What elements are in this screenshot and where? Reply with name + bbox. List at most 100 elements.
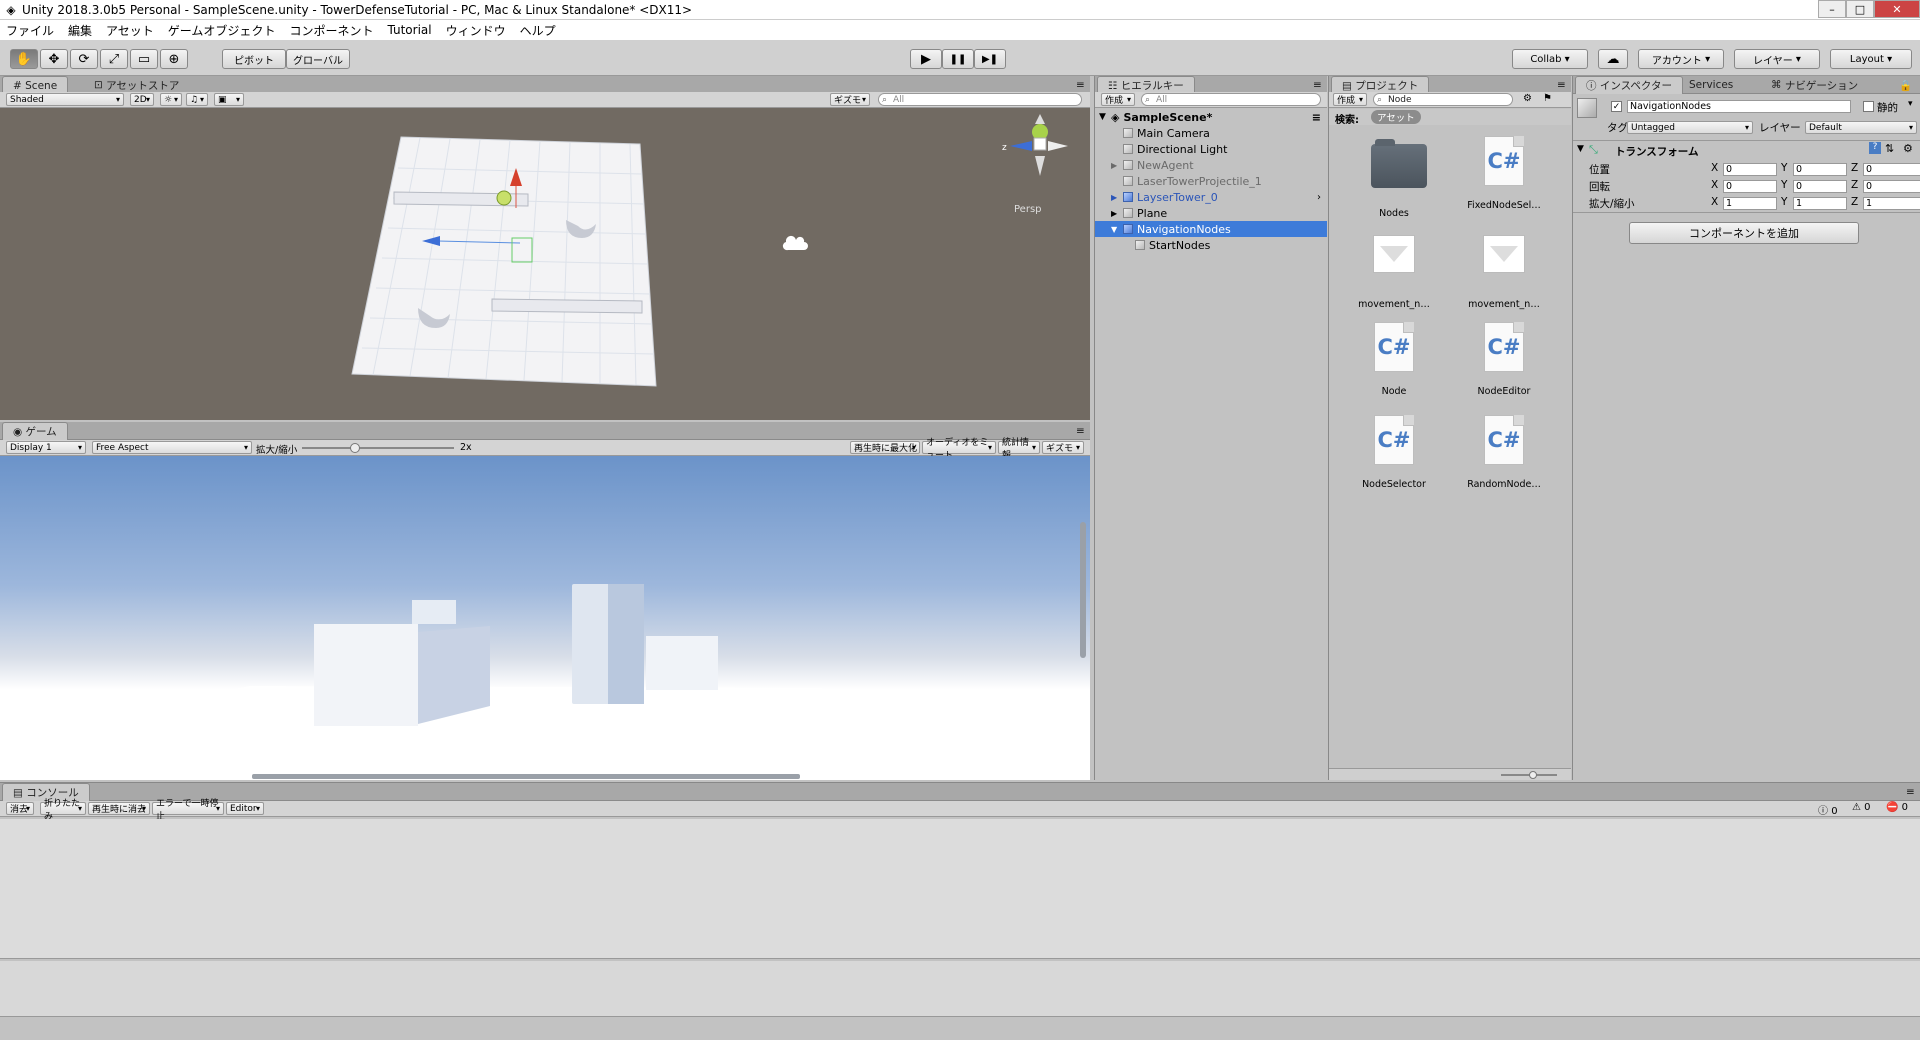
hierarchy-item[interactable]: Main Camera xyxy=(1095,125,1327,141)
hierarchy-item[interactable]: StartNodes xyxy=(1095,237,1327,253)
transform-y-field[interactable]: 0 xyxy=(1793,163,1847,176)
asset-item[interactable]: C# NodeSelector xyxy=(1339,415,1449,490)
transform-x-field[interactable]: 1 xyxy=(1723,197,1777,210)
hierarchy-item[interactable]: ▶ NewAgent xyxy=(1095,157,1327,173)
help-icon[interactable]: ? xyxy=(1869,142,1881,154)
hierarchy-item[interactable]: ▼ NavigationNodes xyxy=(1095,221,1327,237)
static-checkbox[interactable] xyxy=(1863,101,1874,112)
global-toggle[interactable]: グローバル xyxy=(286,49,350,69)
transform-z-field[interactable]: 0 xyxy=(1863,163,1920,176)
project-create-dropdown[interactable]: 作成 xyxy=(1333,93,1367,106)
menu-file[interactable]: ファイル xyxy=(6,22,54,39)
collab-dropdown[interactable]: Collab ▾ xyxy=(1512,49,1588,69)
rect-tool-icon[interactable]: ▭ xyxy=(130,49,158,69)
active-checkbox[interactable]: ✓ xyxy=(1611,101,1622,112)
component-gear-icon[interactable]: ⚙ xyxy=(1903,142,1913,155)
console-detail-area[interactable] xyxy=(0,961,1920,1017)
console-log-area[interactable] xyxy=(0,819,1920,959)
transform-tool-icon[interactable]: ⊕ xyxy=(160,49,188,69)
icon-size-slider-thumb[interactable] xyxy=(1529,771,1537,779)
2d-toggle[interactable]: 2D xyxy=(130,93,154,106)
scene-menu-icon[interactable]: ≡ xyxy=(1312,111,1321,124)
persp-label[interactable]: Persp xyxy=(1014,204,1042,215)
filter-type-icon[interactable]: ⚙ xyxy=(1523,93,1532,104)
rotate-tool-icon[interactable]: ⟳ xyxy=(70,49,98,69)
hand-tool-icon[interactable]: ✋ xyxy=(10,49,38,69)
transform-x-field[interactable]: 0 xyxy=(1723,180,1777,193)
lighting-toggle-icon[interactable]: ☼ xyxy=(160,93,182,106)
hierarchy-search-input[interactable]: All xyxy=(1141,93,1321,106)
close-button[interactable]: ✕ xyxy=(1874,0,1920,18)
hierarchy-item[interactable]: LaserTowerProjectile_1 xyxy=(1095,173,1327,189)
menu-gameobject[interactable]: ゲームオブジェクト xyxy=(168,22,276,39)
tab-services[interactable]: Services xyxy=(1679,76,1743,94)
static-dropdown-icon[interactable]: ▾ xyxy=(1908,99,1913,109)
shading-mode-dropdown[interactable]: Shaded xyxy=(6,93,124,106)
play-button[interactable]: ▶ xyxy=(910,49,942,69)
display-dropdown[interactable]: Display 1 xyxy=(6,441,86,454)
menu-help[interactable]: ヘルプ xyxy=(520,22,556,39)
editor-dropdown[interactable]: Editor xyxy=(226,802,264,815)
hierarchy-create-dropdown[interactable]: 作成 xyxy=(1101,93,1135,106)
hierarchy-item[interactable]: ▶ Plane xyxy=(1095,205,1327,221)
asset-item[interactable]: C# RandomNode… xyxy=(1449,415,1559,490)
collapse-toggle[interactable]: 折りたたみ xyxy=(40,799,86,822)
project-search-input[interactable]: Node xyxy=(1373,93,1513,106)
game-gizmos-dropdown[interactable]: ギズモ xyxy=(1042,441,1084,454)
minimize-button[interactable]: – xyxy=(1818,0,1846,18)
menu-assets[interactable]: アセット xyxy=(106,22,154,39)
maximize-button[interactable]: □ xyxy=(1846,0,1874,18)
game-panel-menu-icon[interactable]: ≡ xyxy=(1066,422,1095,440)
preset-icon[interactable]: ⇅ xyxy=(1885,142,1894,155)
game-viewport[interactable] xyxy=(0,456,1090,780)
tab-game[interactable]: ◉ ゲーム xyxy=(2,422,68,440)
hierarchy-scene-root[interactable]: ▼ ◈ SampleScene* ≡ xyxy=(1095,109,1327,125)
transform-header[interactable]: ▼ ⤡ トランスフォーム ? ⇅ ⚙ xyxy=(1577,142,1920,160)
add-component-button[interactable]: コンポーネントを追加 xyxy=(1629,222,1859,244)
hierarchy-item[interactable]: Directional Light xyxy=(1095,141,1327,157)
scene-gizmos-dropdown[interactable]: ギズモ xyxy=(830,93,870,106)
layout-dropdown[interactable]: Layout ▾ xyxy=(1830,49,1912,69)
asset-item[interactable]: movement_n… xyxy=(1339,229,1449,310)
layers-dropdown[interactable]: レイヤー ▾ xyxy=(1734,49,1820,69)
expand-arrow-icon[interactable]: ▶ xyxy=(1111,193,1123,202)
move-tool-icon[interactable]: ✥ xyxy=(40,49,68,69)
expand-arrow-icon[interactable]: ▶ xyxy=(1111,209,1123,218)
object-name-field[interactable]: NavigationNodes xyxy=(1627,100,1851,113)
tab-inspector[interactable]: ⓘ インスペクター xyxy=(1575,76,1683,94)
scene-search-input[interactable]: All xyxy=(878,93,1082,106)
mute-audio-toggle[interactable]: オーディオをミュート xyxy=(922,438,996,461)
scale-slider-track[interactable] xyxy=(302,443,454,453)
pause-button[interactable]: ❚❚ xyxy=(942,49,974,69)
stats-toggle[interactable]: 統計情報 xyxy=(998,438,1040,461)
step-button[interactable]: ▶❚ xyxy=(974,49,1006,69)
inspector-lock-icon[interactable]: 🔒 xyxy=(1889,76,1920,94)
scale-tool-icon[interactable]: ⤢ xyxy=(100,49,128,69)
icon-size-slider[interactable] xyxy=(1501,771,1557,779)
menu-tutorial[interactable]: Tutorial xyxy=(387,23,431,37)
asset-item[interactable]: Nodes xyxy=(1339,136,1449,219)
menu-window[interactable]: ウィンドウ xyxy=(446,22,506,39)
aspect-dropdown[interactable]: Free Aspect xyxy=(92,441,252,454)
game-vscroll[interactable] xyxy=(1080,522,1086,658)
account-dropdown[interactable]: アカウント ▾ xyxy=(1638,49,1724,69)
transform-z-field[interactable]: 1 xyxy=(1863,197,1920,210)
maximize-on-play-toggle[interactable]: 再生時に最大化 xyxy=(850,441,920,454)
tab-navigation[interactable]: ⌘ ナビゲーション xyxy=(1761,76,1868,94)
asset-item[interactable]: C# FixedNodeSel… xyxy=(1449,136,1559,211)
audio-toggle-icon[interactable]: ♫ xyxy=(186,93,208,106)
expand-arrow-icon[interactable]: ▶ xyxy=(1111,161,1123,170)
effects-dropdown-icon[interactable]: ▣ xyxy=(214,93,244,106)
scene-viewport[interactable]: z Persp xyxy=(0,108,1090,420)
filter-label-icon[interactable]: ⚑ xyxy=(1543,93,1552,104)
layer-dropdown[interactable]: Default xyxy=(1805,121,1917,134)
tag-dropdown[interactable]: Untagged xyxy=(1627,121,1753,134)
menu-component[interactable]: コンポーネント xyxy=(289,22,373,39)
search-scope-badge[interactable]: アセット xyxy=(1371,110,1421,124)
transform-y-field[interactable]: 1 xyxy=(1793,197,1847,210)
error-count-toggle[interactable]: ⛔ 0 xyxy=(1886,802,1908,813)
clear-button[interactable]: 消去 xyxy=(6,802,34,815)
transform-y-field[interactable]: 0 xyxy=(1793,180,1847,193)
cloud-icon[interactable]: ☁ xyxy=(1598,49,1628,69)
orientation-gizmo[interactable]: z xyxy=(1002,114,1068,176)
